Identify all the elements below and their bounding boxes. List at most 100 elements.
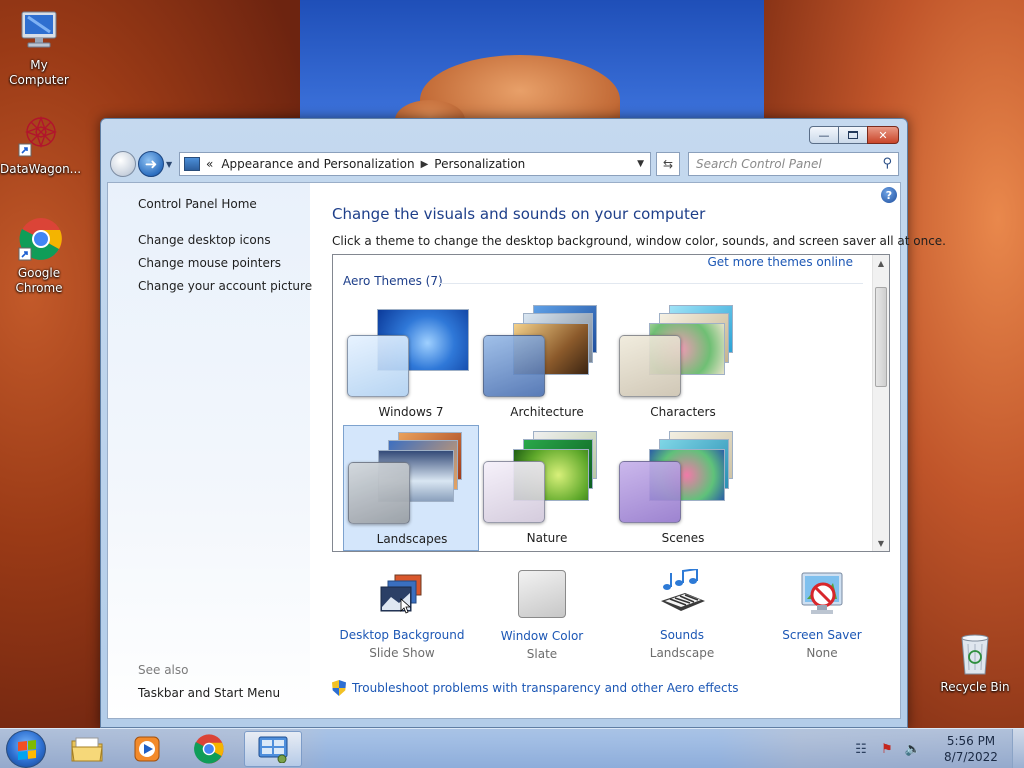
desktop-icon-datawagon[interactable]: DataWagon...	[0, 112, 82, 177]
arrow-right-icon: ➜	[144, 155, 158, 173]
clock-date: 8/7/2022	[944, 750, 998, 764]
search-input[interactable]	[696, 157, 876, 171]
chrome-icon	[16, 216, 62, 262]
control-panel-icon	[184, 157, 200, 171]
start-button[interactable]	[6, 730, 46, 768]
windows-logo-icon	[18, 740, 36, 760]
page-title: Change the visuals and sounds on your co…	[332, 205, 706, 223]
breadcrumb-appearance[interactable]: Appearance and Personalization	[221, 157, 414, 171]
navigation-bar: ➜ ▼ « Appearance and Personalization ▶ P…	[109, 150, 899, 178]
forward-button[interactable]: ➜	[138, 151, 164, 177]
theme-glass-swatch	[619, 335, 681, 397]
refresh-button[interactable]: ⇆	[656, 152, 680, 176]
get-more-themes-link[interactable]: Get more themes online	[707, 255, 853, 269]
desktop-icon-recycle-bin[interactable]: Recycle Bin	[936, 630, 1014, 695]
theme-architecture[interactable]: Architecture	[479, 299, 615, 425]
theme-name: Characters	[650, 405, 716, 419]
scroll-down-icon[interactable]: ▼	[873, 535, 889, 551]
theme-scenes[interactable]: Scenes	[615, 425, 751, 551]
sidebar-change-desktop-icons[interactable]: Change desktop icons	[138, 233, 271, 247]
taskbar-google-chrome[interactable]	[180, 731, 238, 767]
desktop-icon-label: DataWagon...	[0, 162, 82, 176]
screen-saver-value: None	[806, 646, 838, 660]
taskbar: ☷ ⚑ 🔈 5:56 PM 8/7/2022	[0, 728, 1024, 768]
minimize-icon: —	[818, 128, 830, 142]
page-subtitle: Click a theme to change the desktop back…	[332, 234, 946, 248]
breadcrumb-personalization[interactable]: Personalization	[434, 157, 525, 171]
network-icon[interactable]: ☷	[852, 740, 870, 758]
theme-group-label: Aero Themes (7)	[343, 274, 443, 288]
scrollbar-thumb[interactable]	[875, 287, 887, 387]
screen-saver-icon	[797, 569, 847, 619]
theme-glass-swatch	[483, 335, 545, 397]
troubleshoot-link[interactable]: Troubleshoot problems with transparency …	[332, 680, 739, 696]
screen-saver-item[interactable]: Screen Saver None	[752, 569, 892, 663]
theme-glass-swatch	[483, 461, 545, 523]
window-color-label[interactable]: Window Color	[472, 628, 612, 644]
breadcrumb-chevron[interactable]: «	[206, 157, 213, 171]
theme-glass-swatch	[348, 462, 410, 524]
theme-settings-bar: Desktop Background Slide Show Window Col…	[332, 567, 892, 669]
sidebar-control-panel-home[interactable]: Control Panel Home	[138, 197, 257, 211]
show-desktop-button[interactable]	[1012, 729, 1024, 768]
screen-saver-label[interactable]: Screen Saver	[752, 627, 892, 643]
desktop-background-item[interactable]: Desktop Background Slide Show	[332, 569, 472, 663]
window-color-item[interactable]: Window Color Slate	[472, 569, 612, 664]
help-button[interactable]: ?	[881, 187, 897, 203]
troubleshoot-label[interactable]: Troubleshoot problems with transparency …	[352, 681, 739, 695]
volume-icon[interactable]: 🔈	[904, 740, 922, 758]
taskbar-control-panel[interactable]	[244, 731, 302, 767]
theme-name: Nature	[526, 531, 568, 545]
scroll-up-icon[interactable]: ▲	[873, 255, 889, 271]
theme-glass-swatch	[619, 461, 681, 523]
system-clock[interactable]: 5:56 PM 8/7/2022	[930, 733, 1012, 765]
control-panel-icon	[258, 736, 288, 763]
desktop-icon-google-chrome[interactable]: Google Chrome	[0, 216, 78, 296]
see-also-label: See also	[138, 663, 189, 677]
theme-characters[interactable]: Characters	[615, 299, 751, 425]
help-icon: ?	[885, 188, 893, 202]
personalization-window: — ✕ ➜ ▼ « Appearance and Personalization…	[100, 118, 946, 728]
maximize-icon	[848, 131, 858, 139]
folder-icon	[71, 737, 103, 762]
themes-scrollbar[interactable]: ▲ ▼	[872, 255, 889, 551]
breadcrumb-separator-icon[interactable]: ▶	[421, 159, 429, 170]
close-icon: ✕	[878, 128, 888, 142]
sidebar-taskbar-start-menu[interactable]: Taskbar and Start Menu	[138, 686, 280, 700]
sounds-value: Landscape	[649, 646, 715, 660]
recent-pages-dropdown[interactable]: ▼	[166, 160, 172, 169]
address-dropdown-icon[interactable]: ▼	[637, 159, 644, 169]
taskbar-windows-explorer[interactable]	[58, 731, 116, 767]
desktop-background-label[interactable]: Desktop Background	[332, 627, 472, 643]
sidebar-change-mouse-pointers[interactable]: Change mouse pointers	[138, 256, 281, 270]
desktop-background-icon	[377, 569, 427, 619]
desktop-icon-label: Google Chrome	[15, 266, 63, 295]
action-center-flag-icon[interactable]: ⚑	[878, 740, 896, 758]
search-box[interactable]: ⚲	[688, 152, 899, 176]
theme-glass-swatch	[347, 335, 409, 397]
content-area: Control Panel Home Change desktop icons …	[107, 182, 946, 719]
sounds-label[interactable]: Sounds	[612, 627, 752, 643]
theme-windows-7[interactable]: Windows 7	[343, 299, 479, 425]
theme-name: Architecture	[510, 405, 584, 419]
taskbar-media-player[interactable]	[118, 731, 176, 767]
back-button[interactable]	[110, 151, 136, 177]
sidebar-change-account-picture[interactable]: Change your account picture	[138, 279, 312, 293]
maximize-button[interactable]	[838, 126, 868, 144]
desktop-icon-my-computer[interactable]: My Computer	[0, 8, 78, 88]
theme-landscapes[interactable]: Landscapes	[343, 425, 479, 551]
close-button[interactable]: ✕	[867, 126, 899, 144]
theme-nature[interactable]: Nature	[479, 425, 615, 551]
sounds-item[interactable]: Sounds Landscape	[612, 567, 752, 663]
window-color-icon	[517, 570, 567, 620]
uac-shield-icon	[332, 680, 346, 696]
notification-area: ☷ ⚑ 🔈 5:56 PM 8/7/2022	[852, 729, 1024, 768]
desktop-icon-label: Recycle Bin	[940, 680, 1010, 694]
theme-name: Scenes	[661, 531, 705, 545]
clock-time: 5:56 PM	[946, 734, 996, 748]
window-color-value: Slate	[526, 647, 558, 661]
search-icon[interactable]: ⚲	[882, 156, 892, 171]
desktop-background-value: Slide Show	[369, 646, 435, 660]
minimize-button[interactable]: —	[809, 126, 839, 144]
address-bar[interactable]: « Appearance and Personalization ▶ Perso…	[179, 152, 651, 176]
